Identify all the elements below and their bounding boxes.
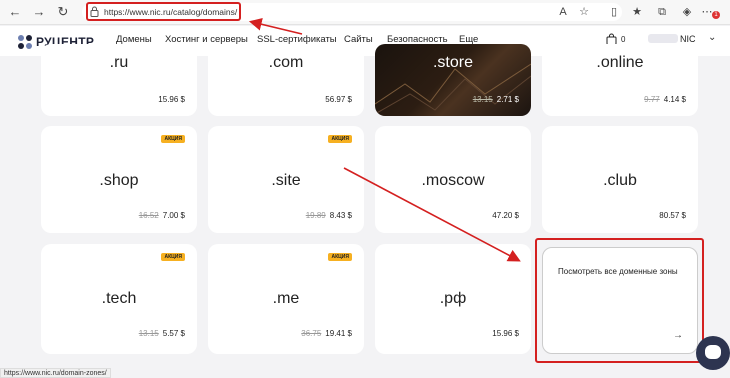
all-zones-annotation-arrow [343, 167, 521, 262]
chat-bubble-icon [705, 345, 721, 359]
chat-button[interactable] [696, 336, 730, 370]
status-bar-url: https://www.nic.ru/domain-zones/ [0, 368, 111, 378]
annotation-arrows [248, 18, 521, 262]
url-annotation-arrow [248, 18, 303, 35]
